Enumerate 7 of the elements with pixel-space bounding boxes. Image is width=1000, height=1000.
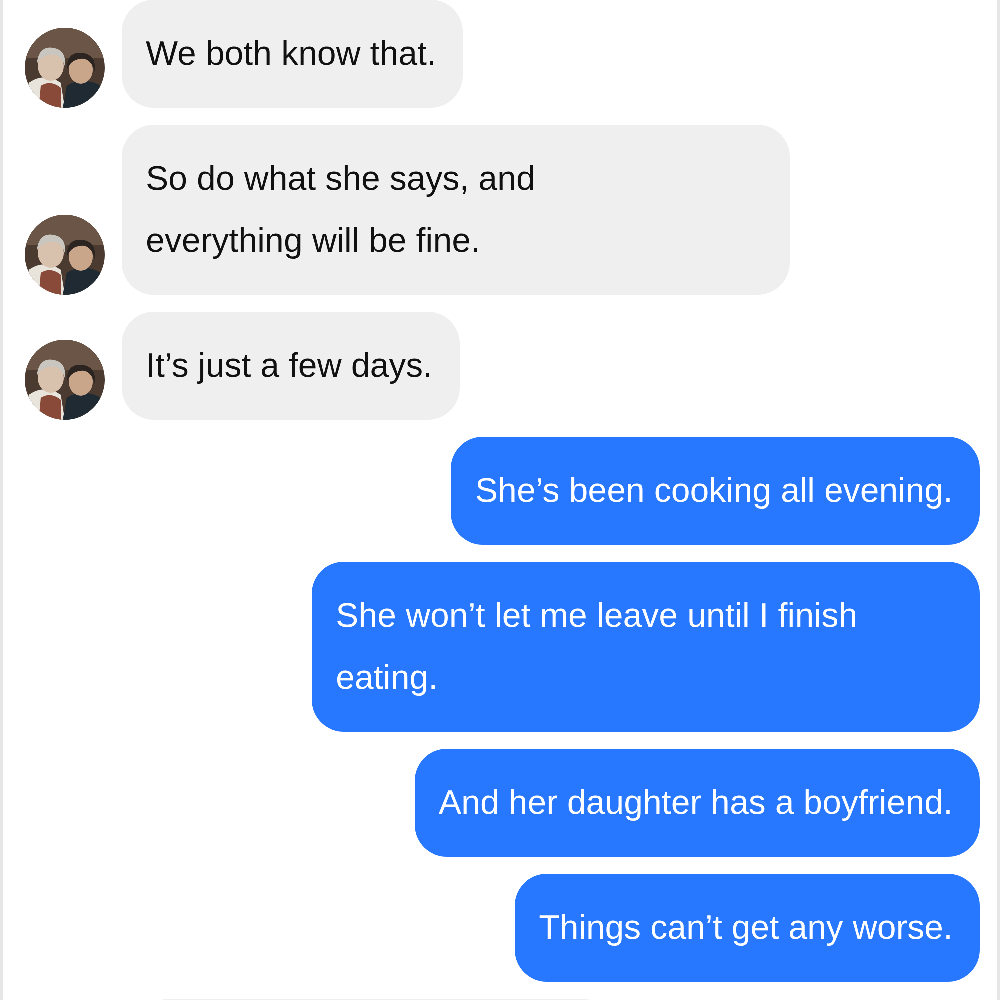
message-bubble: She’s been cooking all evening. xyxy=(451,437,980,545)
message-bubble: So do what she says, and everything will be fine. xyxy=(122,125,790,295)
message-bubble: And her daughter has a boyfriend. xyxy=(414,749,980,857)
message-bubble: She won’t let me leave until I finish eating. xyxy=(312,562,980,732)
message-bubble: It’s just a few days. xyxy=(122,312,460,420)
message-bubble: We both know that. xyxy=(122,0,464,108)
message-bubble: Things can’t get any worse. xyxy=(515,874,980,982)
